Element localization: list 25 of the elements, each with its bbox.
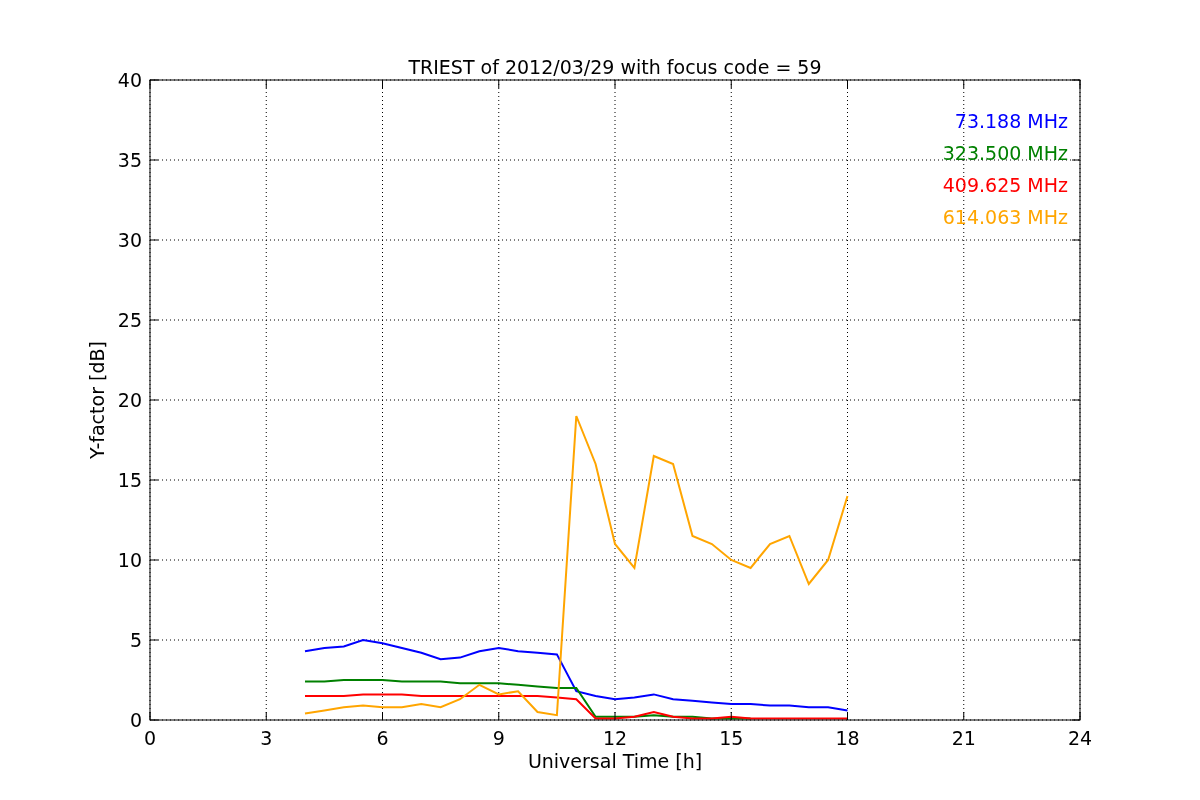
y-tick-label: 20 xyxy=(117,389,142,411)
legend-label: 323.500 MHz xyxy=(942,142,1068,164)
y-axis-label: Y-factor [dB] xyxy=(86,341,108,459)
x-tick-label: 3 xyxy=(260,727,273,749)
chart-title: TRIEST of 2012/03/29 with focus code = 59 xyxy=(408,56,822,78)
y-tick-label: 10 xyxy=(117,549,142,571)
y-tick-label: 5 xyxy=(129,629,142,651)
y-tick-label: 15 xyxy=(117,469,142,491)
y-tick-label: 35 xyxy=(117,149,142,171)
x-axis-label: Universal Time [h] xyxy=(527,750,703,772)
x-tick-label: 21 xyxy=(951,727,976,749)
x-tick-label: 24 xyxy=(1067,727,1093,749)
y-tick-label: 25 xyxy=(117,309,142,331)
y-tick-label: 40 xyxy=(117,69,142,91)
x-tick-label: 6 xyxy=(376,727,389,749)
legend-label: 614.063 MHz xyxy=(942,206,1068,228)
x-tick-label: 0 xyxy=(143,727,157,749)
x-tick-label: 9 xyxy=(492,727,505,749)
legend-label: 73.188 MHz xyxy=(954,110,1068,132)
x-tick-label: 15 xyxy=(719,727,744,749)
y-tick-label: 0 xyxy=(129,709,142,731)
y-tick-label: 30 xyxy=(117,229,142,251)
legend-label: 409.625 MHz xyxy=(942,174,1068,196)
x-tick-label: 18 xyxy=(835,727,860,749)
x-tick-label: 12 xyxy=(602,727,628,749)
